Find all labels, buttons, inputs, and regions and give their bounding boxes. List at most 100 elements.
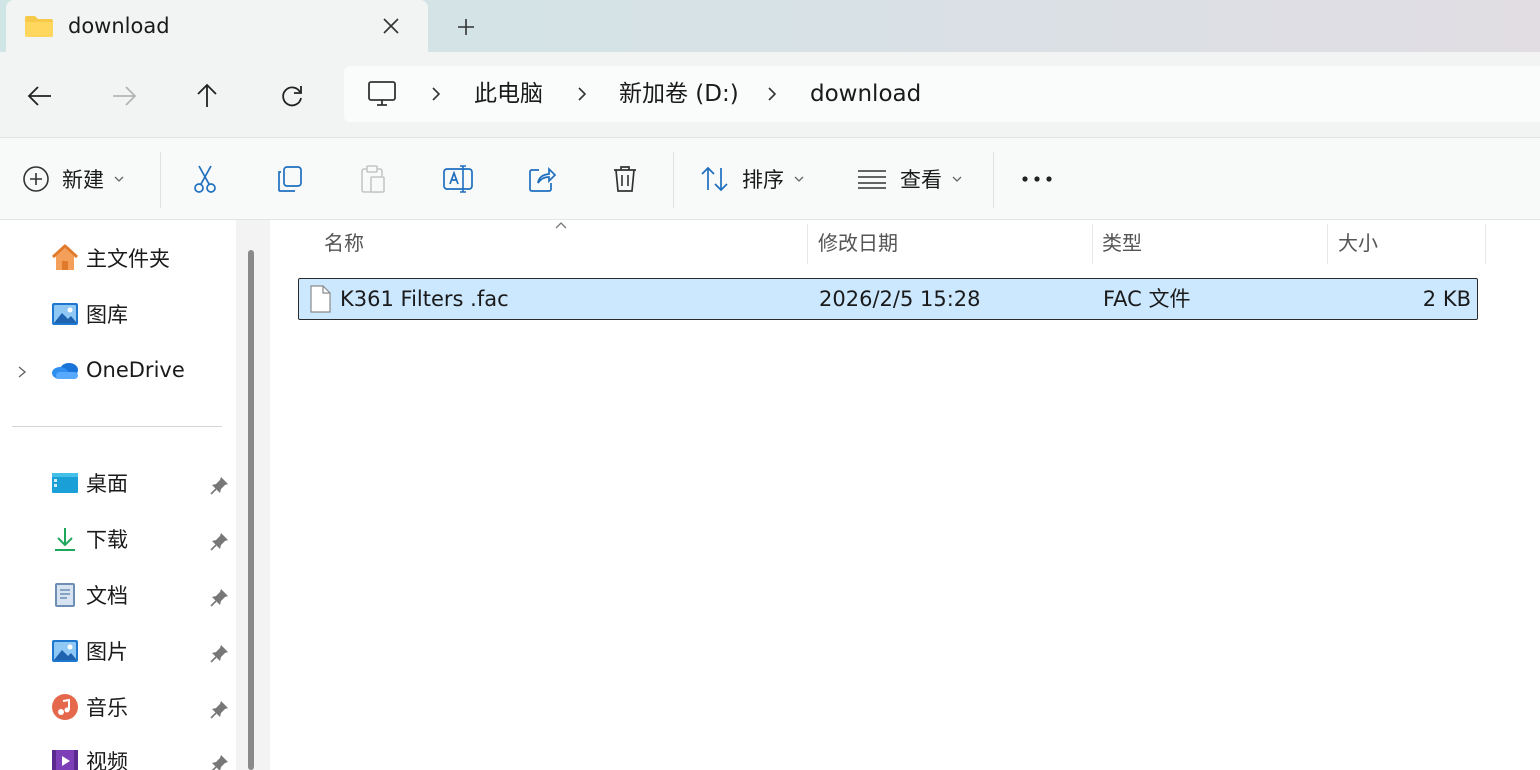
copy-icon	[278, 166, 302, 192]
sidebar-scrollbar-thumb[interactable]	[248, 250, 254, 770]
sidebar-item-home[interactable]: 主文件夹	[50, 240, 170, 276]
sidebar-item-videos[interactable]: 视频	[50, 743, 128, 770]
sidebar-item-label: 桌面	[86, 472, 128, 496]
column-header-size[interactable]: 大小	[1338, 230, 1378, 256]
file-list: 名称 修改日期 类型 大小 K361 Filters .fac 2026/2/5…	[270, 220, 1540, 770]
delete-button[interactable]	[611, 158, 639, 200]
rename-icon	[443, 165, 473, 193]
new-button[interactable]: 新建	[22, 158, 124, 200]
close-tab-button[interactable]	[376, 12, 406, 40]
file-row[interactable]: K361 Filters .fac 2026/2/5 15:28 FAC 文件 …	[298, 278, 1478, 320]
sidebar-item-label: 视频	[86, 750, 128, 770]
gallery-icon	[52, 303, 78, 325]
address-bar[interactable]: 此电脑 新加卷 (D:) download	[344, 66, 1540, 122]
more-horizontal-icon	[1022, 176, 1052, 182]
sidebar-item-label: 图库	[86, 303, 128, 327]
view-label: 查看	[900, 168, 942, 192]
toolbar-divider	[993, 152, 994, 208]
sort-ascending-icon	[555, 222, 567, 229]
sidebar-item-label: 文档	[86, 584, 128, 608]
computer-icon	[368, 81, 396, 106]
sidebar-divider	[12, 426, 222, 427]
sidebar-item-label: 主文件夹	[86, 247, 170, 271]
chevron-down-icon	[952, 176, 962, 182]
file-icon	[310, 285, 331, 313]
navigation-bar: 此电脑 新加卷 (D:) download	[0, 52, 1540, 138]
close-icon	[383, 18, 399, 34]
sidebar-item-label: 下载	[86, 528, 128, 552]
sidebar-item-onedrive[interactable]: OneDrive	[50, 352, 185, 388]
column-header-type[interactable]: 类型	[1102, 230, 1142, 256]
document-icon	[55, 583, 75, 607]
sidebar-item-desktop[interactable]: 桌面	[50, 465, 128, 501]
forward-button[interactable]	[102, 74, 146, 118]
chevron-right-icon[interactable]	[762, 82, 782, 106]
music-icon	[52, 694, 78, 720]
tab-download[interactable]: download	[6, 0, 428, 52]
chevron-right-icon[interactable]	[572, 82, 592, 106]
share-icon	[529, 166, 557, 192]
pin-icon[interactable]	[210, 531, 230, 551]
command-bar: 新建 排序 查看	[0, 138, 1540, 220]
pin-icon[interactable]	[210, 699, 230, 719]
toolbar-divider	[160, 152, 161, 208]
scissors-icon	[194, 165, 216, 193]
copy-button[interactable]	[275, 158, 305, 200]
sidebar-item-label: 音乐	[86, 696, 128, 720]
column-header-modified[interactable]: 修改日期	[818, 230, 898, 256]
view-button[interactable]: 查看	[856, 158, 962, 200]
sort-button[interactable]: 排序	[700, 158, 804, 200]
file-type: FAC 文件	[1103, 287, 1191, 311]
sidebar-item-gallery[interactable]: 图库	[50, 296, 128, 332]
paste-button[interactable]	[358, 158, 388, 200]
plus-icon	[458, 19, 474, 35]
cut-button[interactable]	[190, 158, 220, 200]
chevron-right-icon[interactable]	[426, 82, 446, 106]
pin-icon[interactable]	[210, 753, 230, 770]
breadcrumb-this-pc[interactable]: 此电脑	[474, 80, 543, 108]
breadcrumb-drive-d[interactable]: 新加卷 (D:)	[619, 80, 739, 108]
sidebar-item-label: 图片	[86, 640, 128, 664]
navigation-pane: 主文件夹 图库 OneDrive 桌面 下载 文档 图片 音乐 视频	[0, 220, 236, 770]
sort-icon	[701, 166, 728, 192]
column-divider[interactable]	[1327, 224, 1328, 264]
add-circle-icon	[23, 166, 49, 192]
file-name: K361 Filters .fac	[340, 287, 509, 311]
sidebar-item-label: OneDrive	[86, 358, 185, 382]
column-divider[interactable]	[1485, 224, 1486, 264]
breadcrumb-download[interactable]: download	[810, 80, 921, 108]
pin-icon[interactable]	[210, 475, 230, 495]
file-size: 2 KB	[1422, 287, 1471, 311]
sidebar-item-pictures[interactable]: 图片	[50, 633, 128, 669]
sidebar-item-downloads[interactable]: 下载	[50, 521, 128, 557]
sidebar-item-music[interactable]: 音乐	[50, 689, 128, 725]
column-divider[interactable]	[807, 224, 808, 264]
arrow-right-icon	[113, 86, 137, 106]
desktop-icon	[52, 473, 78, 493]
chevron-down-icon	[794, 176, 804, 182]
paste-icon	[361, 165, 385, 193]
back-button[interactable]	[18, 74, 62, 118]
refresh-button[interactable]	[270, 74, 314, 118]
up-button[interactable]	[185, 74, 229, 118]
new-tab-button[interactable]	[450, 12, 482, 42]
download-icon	[55, 528, 75, 551]
column-header-name[interactable]: 名称	[324, 230, 364, 256]
home-icon	[51, 244, 79, 270]
view-list-icon	[858, 170, 886, 189]
column-divider[interactable]	[1092, 224, 1093, 264]
sort-label: 排序	[742, 168, 784, 192]
onedrive-cloud-icon	[52, 363, 78, 379]
chevron-right-icon[interactable]	[14, 362, 30, 382]
title-bar: download	[0, 0, 1540, 52]
arrow-left-icon	[27, 86, 51, 106]
video-icon	[52, 750, 78, 770]
folder-icon	[25, 16, 53, 37]
rename-button[interactable]	[442, 158, 474, 200]
pin-icon[interactable]	[210, 587, 230, 607]
share-button[interactable]	[527, 158, 557, 200]
more-options-button[interactable]	[1020, 158, 1054, 200]
sidebar-item-documents[interactable]: 文档	[50, 577, 128, 613]
pin-icon[interactable]	[210, 643, 230, 663]
new-label: 新建	[62, 168, 104, 192]
